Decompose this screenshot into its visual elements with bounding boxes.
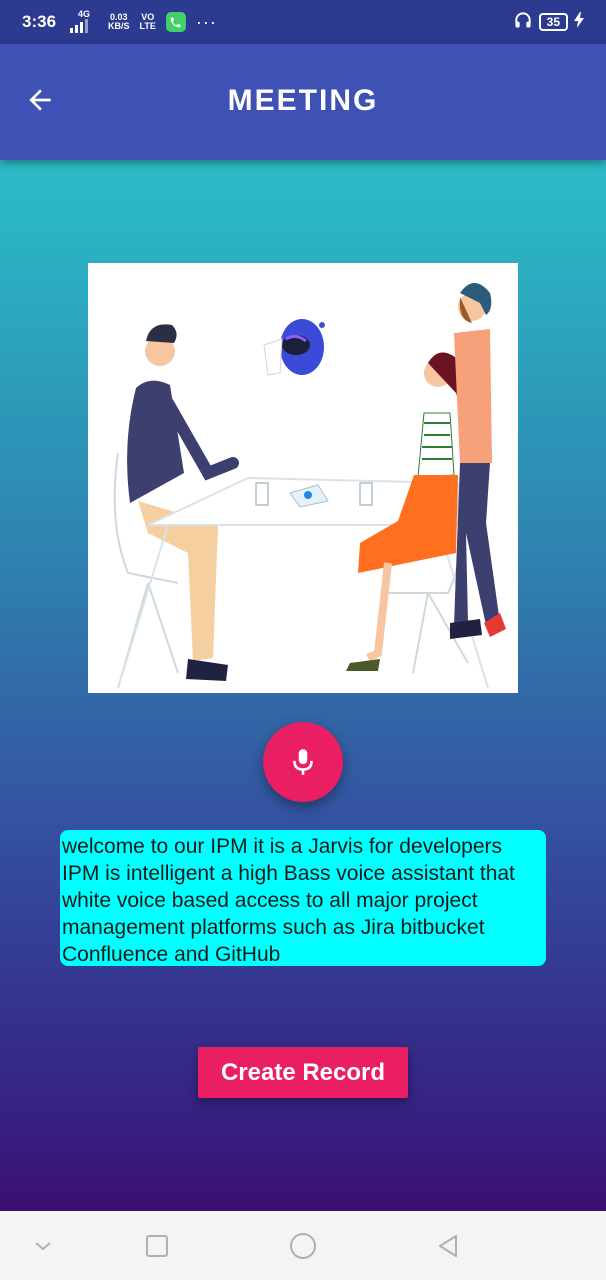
create-record-button[interactable]: Create Record bbox=[198, 1047, 408, 1098]
standing-man-body bbox=[454, 329, 492, 463]
headphones-icon bbox=[513, 10, 533, 35]
network-type: 4G bbox=[78, 8, 91, 19]
microphone-icon bbox=[293, 749, 313, 775]
data-rate: 0.03 KB/S bbox=[108, 13, 130, 31]
back-triangle-icon[interactable] bbox=[434, 1231, 464, 1261]
charging-icon bbox=[574, 11, 584, 33]
meeting-illustration bbox=[88, 263, 518, 693]
page-title: MEETING bbox=[227, 84, 379, 117]
system-nav-bar bbox=[0, 1211, 606, 1280]
man-body bbox=[127, 380, 184, 503]
status-time: 3:36 bbox=[22, 12, 57, 31]
app-bar: MEETING bbox=[0, 44, 606, 160]
phone-call-icon bbox=[165, 12, 186, 32]
data-rate-unit: KB/S bbox=[108, 21, 130, 31]
battery-level: 35 bbox=[538, 13, 568, 31]
network-indicator: 4G bbox=[70, 8, 98, 35]
transcript-text: welcome to our IPM it is a Jarvis for de… bbox=[60, 830, 546, 966]
home-icon[interactable] bbox=[288, 1231, 318, 1261]
status-bar: 3:36 4G 0.03 KB/S VO LTE ··· 35 bbox=[0, 0, 606, 44]
chevron-down-icon[interactable] bbox=[28, 1231, 58, 1261]
signal-icon bbox=[70, 18, 89, 33]
microphone-button[interactable] bbox=[263, 722, 343, 802]
volte-bottom: LTE bbox=[139, 21, 156, 31]
recent-apps-icon[interactable] bbox=[142, 1231, 172, 1261]
more-notifications-icon: ··· bbox=[195, 11, 217, 32]
volte-indicator: VO LTE bbox=[140, 13, 156, 31]
